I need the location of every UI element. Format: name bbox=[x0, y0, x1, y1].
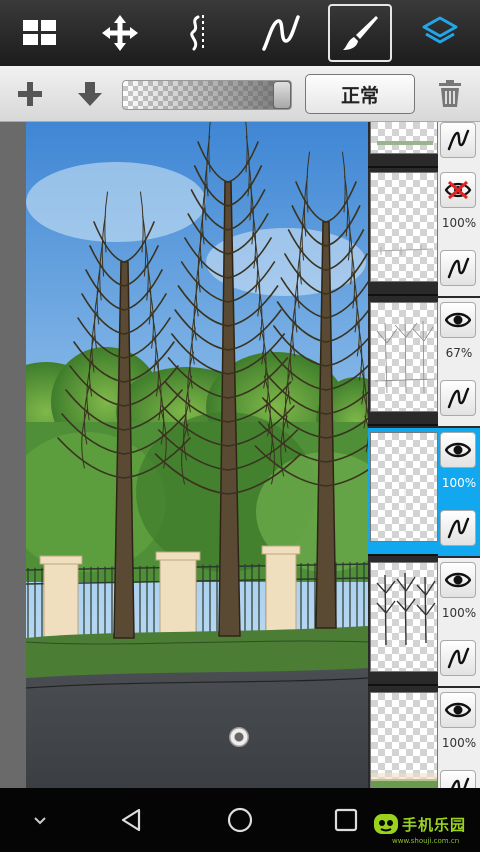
stroke-button[interactable] bbox=[240, 0, 320, 66]
layer-blend-button[interactable] bbox=[440, 250, 476, 286]
stroke-icon bbox=[262, 15, 300, 51]
layer-visibility-toggle[interactable] bbox=[440, 562, 476, 598]
stroke-icon bbox=[447, 129, 470, 151]
canvas-margin bbox=[0, 122, 26, 788]
brush-icon bbox=[343, 16, 378, 50]
stroke-icon bbox=[447, 517, 470, 539]
layer-item[interactable]: 100% bbox=[368, 558, 480, 686]
eye-icon bbox=[445, 702, 471, 718]
watermark-icon bbox=[374, 814, 398, 834]
layer-thumbnail[interactable] bbox=[370, 432, 438, 542]
layer-blend-button[interactable] bbox=[440, 510, 476, 546]
home-icon bbox=[227, 807, 253, 833]
main-toolbar bbox=[0, 0, 480, 66]
move-icon bbox=[102, 15, 138, 51]
layer-controls-bar: 正常 bbox=[0, 66, 480, 122]
stroke-icon bbox=[447, 387, 470, 409]
symmetry-icon bbox=[190, 15, 204, 51]
grid-icon bbox=[23, 20, 56, 45]
layer-opacity-label: 100% bbox=[441, 476, 477, 490]
layer-item[interactable]: 100% bbox=[368, 428, 480, 556]
eye-icon bbox=[445, 442, 471, 458]
layers-button[interactable] bbox=[400, 0, 480, 66]
layer-visibility-toggle[interactable] bbox=[440, 432, 476, 468]
merge-down-button[interactable] bbox=[70, 74, 110, 114]
symmetry-button[interactable] bbox=[160, 0, 240, 66]
layers-panel[interactable]: 100% 67% 100% 100% 100% bbox=[368, 122, 480, 788]
hide-keyboard-button[interactable] bbox=[22, 802, 58, 838]
layer-opacity-slider[interactable] bbox=[122, 80, 292, 110]
layer-item[interactable]: 100% bbox=[368, 688, 480, 788]
layer-item[interactable] bbox=[368, 122, 480, 168]
layer-item[interactable]: 67% bbox=[368, 298, 480, 426]
recents-button[interactable] bbox=[328, 802, 364, 838]
layer-thumbnail[interactable] bbox=[370, 562, 438, 672]
home-button[interactable] bbox=[222, 802, 258, 838]
layer-opacity-label: 100% bbox=[441, 736, 477, 750]
layer-visibility-toggle[interactable] bbox=[440, 302, 476, 338]
stroke-icon bbox=[447, 647, 470, 669]
layer-blend-button[interactable] bbox=[440, 640, 476, 676]
layers-icon bbox=[422, 16, 458, 44]
layer-thumbnail[interactable] bbox=[370, 122, 438, 154]
layer-thumbnail[interactable] bbox=[370, 692, 438, 788]
layer-blend-button[interactable] bbox=[440, 380, 476, 416]
grid-menu-button[interactable] bbox=[0, 0, 80, 66]
back-button[interactable] bbox=[114, 802, 150, 838]
layer-opacity-label: 100% bbox=[441, 606, 477, 620]
layer-opacity-label: 67% bbox=[445, 346, 473, 360]
blend-mode-button[interactable]: 正常 bbox=[305, 74, 415, 114]
plus-icon bbox=[18, 82, 42, 106]
layer-blend-button[interactable] bbox=[440, 122, 476, 158]
stroke-icon bbox=[447, 257, 470, 279]
drawing-canvas-area[interactable] bbox=[0, 122, 368, 788]
trash-icon bbox=[439, 80, 461, 107]
layer-item[interactable]: 100% bbox=[368, 168, 480, 296]
delete-layer-button[interactable] bbox=[430, 74, 470, 114]
eye-icon bbox=[445, 572, 471, 588]
merge-down-icon bbox=[78, 82, 102, 106]
layer-opacity-label: 100% bbox=[441, 216, 477, 230]
watermark-url: www.shouji.com.cn bbox=[392, 837, 460, 845]
painting-canvas[interactable] bbox=[26, 122, 368, 788]
layer-thumbnail[interactable] bbox=[370, 172, 438, 282]
chevron-down-icon bbox=[34, 817, 46, 825]
visibility-hidden-icon bbox=[444, 180, 472, 200]
brush-button[interactable] bbox=[320, 0, 400, 66]
layer-blend-button[interactable] bbox=[440, 770, 476, 788]
transform-button[interactable] bbox=[80, 0, 160, 66]
opacity-gradient bbox=[123, 81, 291, 109]
drawing-app: 正常 100% 67% 100% 100% 100% 手机乐园 www.shou… bbox=[0, 0, 480, 852]
layer-visibility-toggle[interactable] bbox=[440, 172, 476, 208]
back-icon bbox=[121, 808, 141, 832]
eye-icon bbox=[445, 312, 471, 328]
watermark-text: 手机乐园 bbox=[402, 815, 467, 834]
layer-thumbnail[interactable] bbox=[370, 302, 438, 412]
layer-visibility-toggle[interactable] bbox=[440, 692, 476, 728]
slider-thumb[interactable] bbox=[273, 81, 291, 109]
add-layer-button[interactable] bbox=[10, 74, 50, 114]
stroke-icon bbox=[451, 777, 470, 788]
recents-icon bbox=[334, 808, 358, 832]
canvas-scroll-handle[interactable] bbox=[228, 726, 250, 748]
